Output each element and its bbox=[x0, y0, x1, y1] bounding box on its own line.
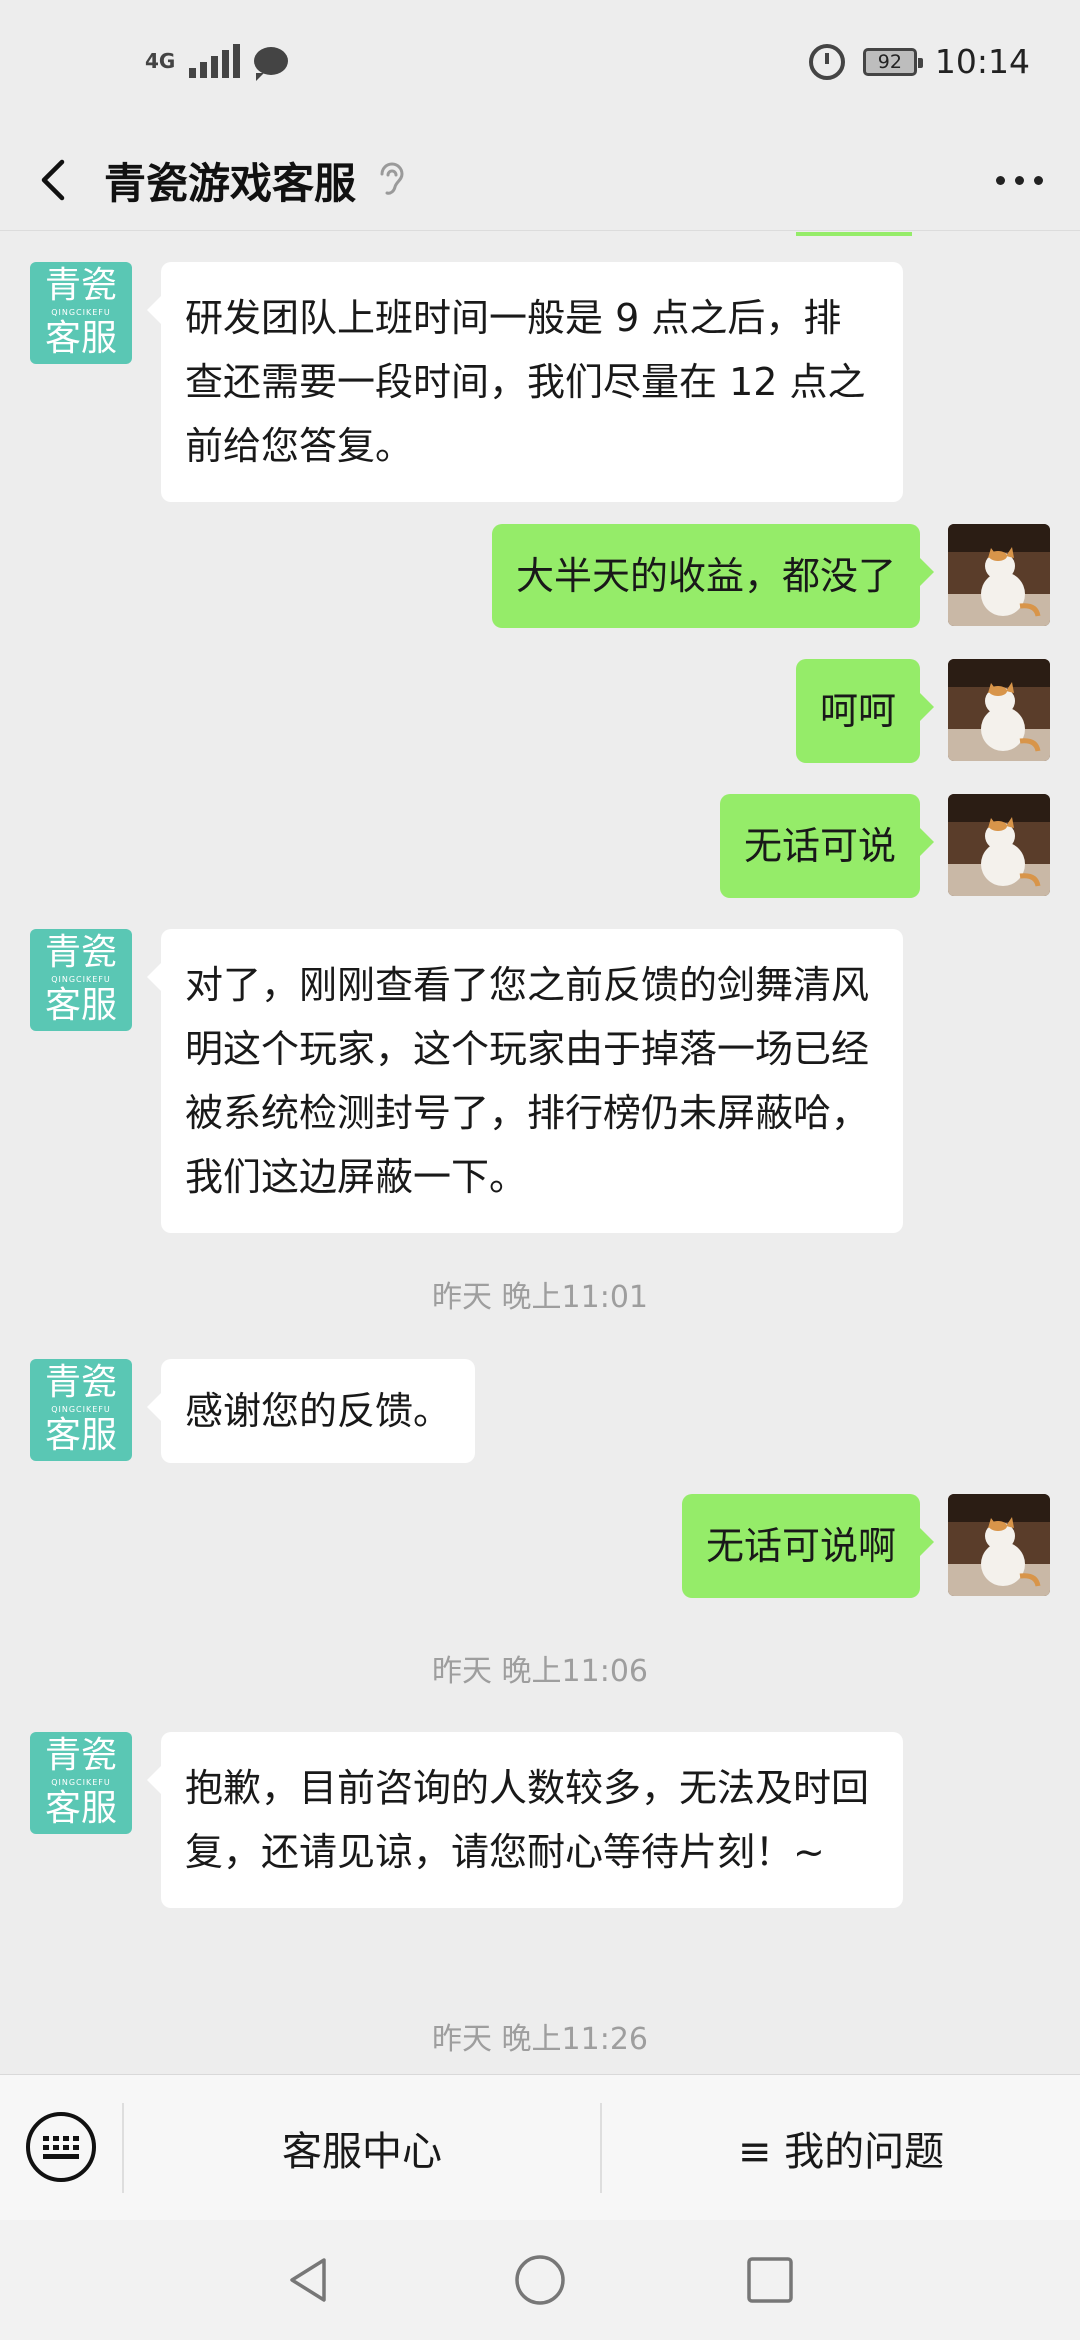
message-bubble-incoming[interactable]: 感谢您的反馈。 bbox=[146, 1359, 476, 1463]
nav-home-icon[interactable] bbox=[512, 2252, 568, 2308]
message-bubble-incoming[interactable]: 研发团队上班时间一般是 9 点之后，排查还需要一段时间，我们尽量在 12 点之前… bbox=[147, 262, 903, 502]
user-avatar[interactable] bbox=[948, 794, 1050, 896]
ear-icon bbox=[374, 158, 406, 202]
keyboard-icon[interactable] bbox=[26, 2112, 96, 2182]
service-menu-bar: 客服中心 ≡ 我的问题 bbox=[0, 2074, 1080, 2221]
more-dots-icon[interactable] bbox=[984, 150, 1054, 210]
my-questions-button[interactable]: ≡ 我的问题 bbox=[602, 2075, 1080, 2221]
signal-icon bbox=[189, 44, 241, 78]
message-bubble-outgoing[interactable]: 无话可说 bbox=[719, 794, 935, 898]
user-avatar[interactable] bbox=[948, 1494, 1050, 1596]
previous-message-edge bbox=[796, 232, 912, 236]
message-bubble-outgoing[interactable]: 呵呵 bbox=[795, 659, 935, 763]
message-icon bbox=[254, 47, 289, 81]
message-bubble-outgoing[interactable]: 大半天的收益，都没了 bbox=[491, 524, 935, 628]
user-avatar[interactable] bbox=[948, 524, 1050, 626]
chat-header: 青瓷游戏客服 bbox=[0, 130, 1080, 231]
message-bubble-incoming[interactable]: 抱歉，目前咨询的人数较多，无法及时回复，还请见谅，请您耐心等待片刻！~ bbox=[147, 1732, 903, 1908]
status-left: 4G bbox=[145, 44, 289, 81]
battery-icon: 92 bbox=[862, 47, 923, 76]
back-arrow-icon[interactable] bbox=[30, 152, 80, 208]
nav-back-icon[interactable] bbox=[280, 2252, 336, 2308]
message-bubble-incoming[interactable]: 对了，刚刚查看了您之前反馈的剑舞清风明这个玩家，这个玩家由于掉落一场已经被系统检… bbox=[147, 929, 903, 1233]
status-bar: 4G 92 10:14 bbox=[0, 0, 1080, 130]
service-avatar[interactable]: 青瓷 QINGCIKEFU 客服 bbox=[30, 1359, 132, 1461]
network-type: 4G bbox=[145, 49, 176, 73]
service-avatar[interactable]: 青瓷 QINGCIKEFU 客服 bbox=[30, 262, 132, 364]
nav-recent-icon[interactable] bbox=[742, 2252, 798, 2308]
message-timestamp: 昨天 晚上11:26 bbox=[432, 2022, 648, 2057]
service-avatar[interactable]: 青瓷 QINGCIKEFU 客服 bbox=[30, 1732, 132, 1834]
page-title: 青瓷游戏客服 bbox=[104, 158, 357, 208]
alarm-icon bbox=[808, 43, 845, 80]
service-avatar[interactable]: 青瓷 QINGCIKEFU 客服 bbox=[30, 929, 132, 1031]
user-avatar[interactable] bbox=[948, 659, 1050, 761]
status-right: 92 10:14 bbox=[808, 42, 1030, 81]
system-navigation-bar bbox=[0, 2220, 1080, 2340]
service-center-button[interactable]: 客服中心 bbox=[124, 2075, 600, 2221]
status-time: 10:14 bbox=[934, 42, 1030, 81]
message-bubble-outgoing[interactable]: 无话可说啊 bbox=[681, 1494, 935, 1598]
message-timestamp: 昨天 晚上11:01 bbox=[432, 1280, 648, 1315]
title-wrap: 青瓷游戏客服 bbox=[104, 140, 406, 220]
message-timestamp: 昨天 晚上11:06 bbox=[432, 1654, 648, 1689]
chat-area[interactable]: 青瓷 QINGCIKEFU 客服 研发团队上班时间一般是 9 点之后，排查还需要… bbox=[0, 232, 1080, 2074]
